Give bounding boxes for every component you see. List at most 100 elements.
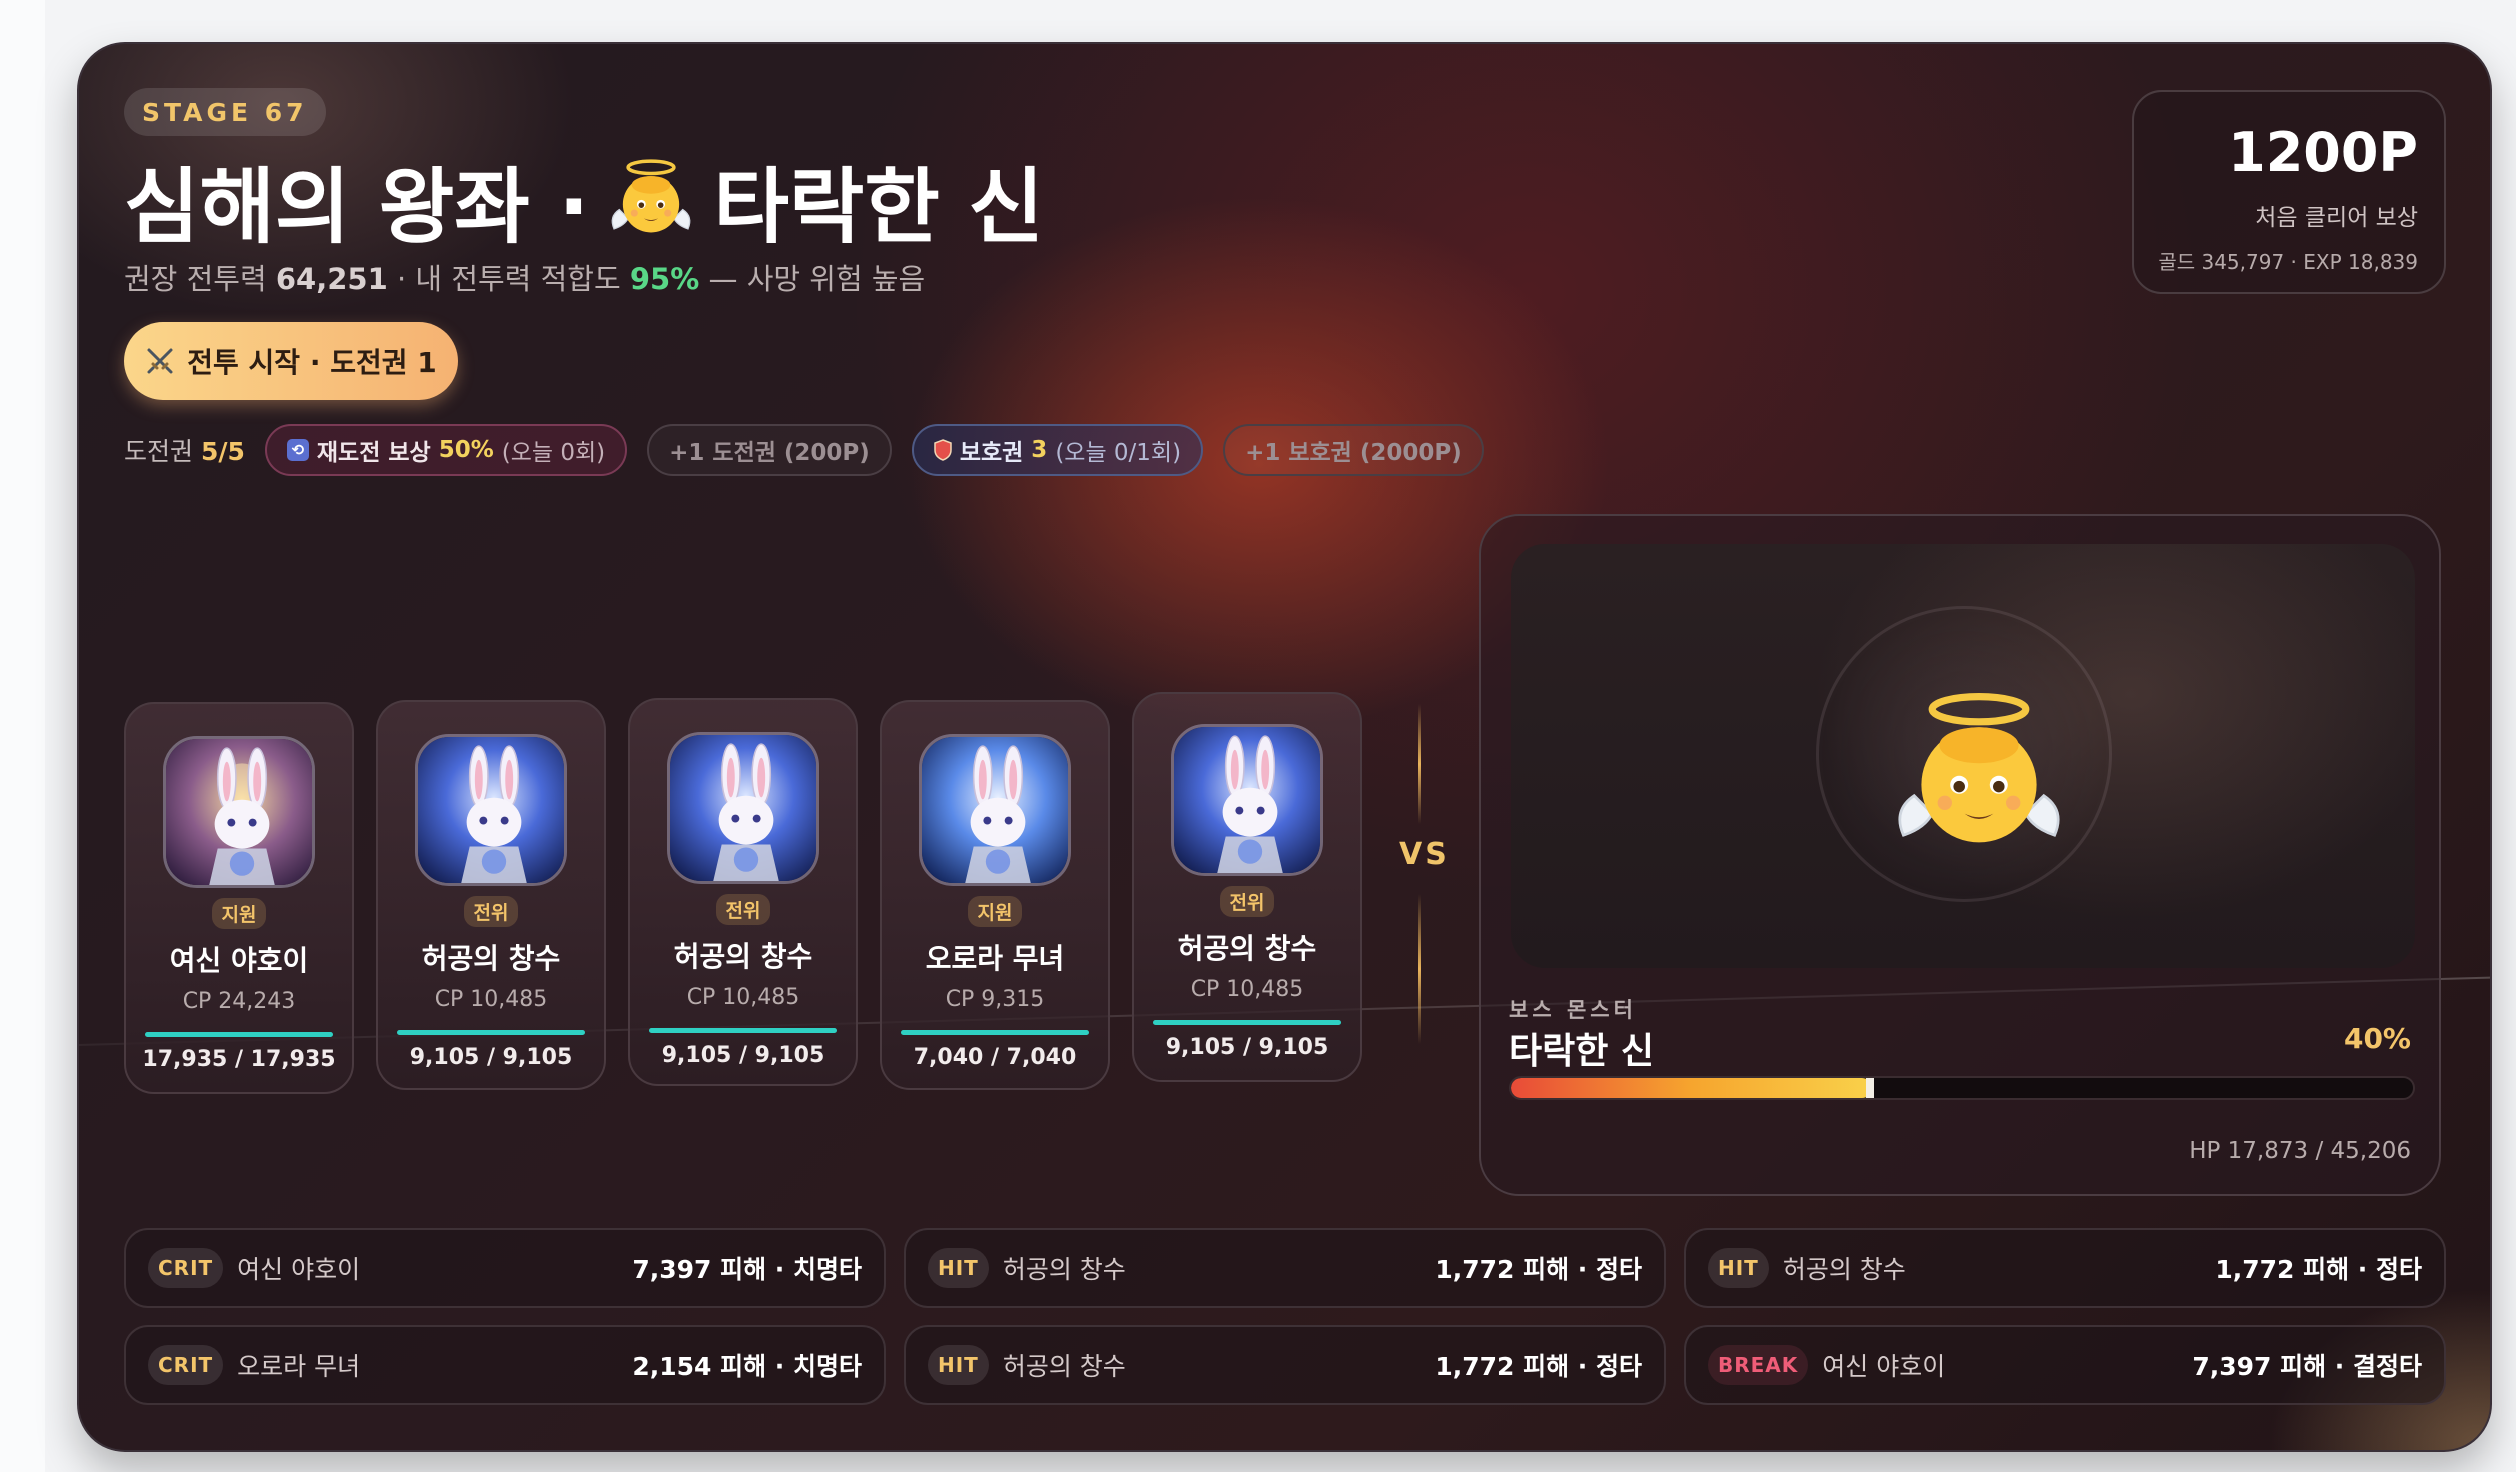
shield-value: 3 xyxy=(1031,437,1048,463)
hero-portrait xyxy=(1171,724,1323,876)
hero-cp: CP 9,315 xyxy=(945,987,1045,1012)
fitness-label: · 내 전투력 적합도 xyxy=(396,262,621,296)
ticket-count: 도전권 5/5 xyxy=(124,432,245,468)
buy-ticket-label: +1 도전권 (200P) xyxy=(669,440,870,466)
hero-portrait xyxy=(163,736,315,888)
angel-baby-icon xyxy=(607,155,695,243)
hero-hp-bar xyxy=(145,1032,333,1037)
hero-hp: 9,105 / 9,105 xyxy=(1165,1035,1329,1060)
retry-label: 재도전 보상 xyxy=(316,440,431,466)
title-boss: 타락한 신 xyxy=(713,159,1044,255)
ticket-count-value: 5/5 xyxy=(200,437,245,466)
retry-note: (오늘 0회) xyxy=(501,440,606,466)
reward-points: 1200P xyxy=(2228,121,2418,184)
hero-card-2[interactable]: 전위 허공의 창수 CP 10,485 9,105 / 9,105 xyxy=(376,700,606,1090)
fitness-value: 95% xyxy=(629,262,700,296)
boss-name: 타락한 신 xyxy=(1509,1031,1655,1072)
log-actor: 오로라 무녀 xyxy=(237,1352,361,1381)
vs-label: VS xyxy=(1399,837,1450,872)
buy-ticket-button[interactable]: +1 도전권 (200P) xyxy=(647,424,892,476)
log-tag: HIT xyxy=(928,1345,989,1385)
hero-hp-bar xyxy=(901,1030,1089,1035)
recommended-label: 권장 전투력 xyxy=(124,262,267,296)
boss-panel: 보스 몬스터 타락한 신 40% HP 17,873 / 45,206 xyxy=(1479,514,2441,1196)
hero-card-4[interactable]: 지원 오로라 무녀 CP 9,315 7,040 / 7,040 xyxy=(880,700,1110,1090)
tickets-row: 도전권 5/5 ⟲ 재도전 보상 50% (오늘 0회) +1 도전권 (200… xyxy=(124,424,1484,476)
log-tag: CRIT xyxy=(148,1248,224,1288)
hero-role: 전위 xyxy=(1219,886,1275,917)
log-actor: 허공의 창수 xyxy=(1782,1255,1906,1284)
log-value: 1,772 피해 · 정타 xyxy=(1435,1255,1642,1284)
shield-chip[interactable]: 보호권 3 (오늘 0/1회) xyxy=(911,424,1204,476)
hero-card-3[interactable]: 전위 허공의 창수 CP 10,485 9,105 / 9,105 xyxy=(628,698,858,1086)
log-actor: 여신 야호이 xyxy=(1822,1352,1946,1381)
combat-log-entry: HIT 허공의 창수 1,772 피해 · 정타 xyxy=(1684,1228,2446,1308)
log-value: 1,772 피해 · 정타 xyxy=(2215,1255,2422,1284)
hero-card-1[interactable]: 지원 여신 야호이 CP 24,243 17,935 / 17,935 xyxy=(124,702,354,1094)
log-actor: 여신 야호이 xyxy=(237,1255,361,1284)
hero-name: 허공의 창수 xyxy=(421,942,561,975)
title-location: 심해의 왕좌 · xyxy=(124,159,590,255)
hero-cp: CP 24,243 xyxy=(182,989,296,1014)
boss-hp-fill xyxy=(1511,1078,1872,1098)
log-actor: 허공의 창수 xyxy=(1002,1255,1126,1284)
shield-label: 보호권 xyxy=(959,440,1024,466)
hero-hp: 7,040 / 7,040 xyxy=(913,1045,1077,1070)
boss-hp-marker xyxy=(1865,1078,1874,1098)
hero-name: 오로라 무녀 xyxy=(925,942,1065,975)
buy-shield-label: +1 보호권 (2000P) xyxy=(1245,440,1462,466)
boss-hp-text: HP 17,873 / 45,206 xyxy=(2189,1138,2411,1164)
hero-hp: 9,105 / 9,105 xyxy=(661,1043,825,1068)
hero-hp-bar xyxy=(649,1028,837,1033)
shield-note: (오늘 0/1회) xyxy=(1055,440,1182,466)
hero-cp: CP 10,485 xyxy=(434,987,548,1012)
hero-hp-bar xyxy=(397,1030,585,1035)
combat-log-entry: CRIT 여신 야호이 7,397 피해 · 치명타 xyxy=(124,1228,886,1308)
hero-role: 전위 xyxy=(463,896,519,927)
stage-badge: STAGE 67 xyxy=(124,88,326,136)
retry-reward-chip[interactable]: ⟲ 재도전 보상 50% (오늘 0회) xyxy=(264,424,628,476)
boss-hp-percent: 40% xyxy=(2343,1022,2411,1055)
page-title: 심해의 왕좌 · 타락한 신 xyxy=(124,144,1044,255)
hero-portrait xyxy=(415,734,567,886)
boss-stage[interactable] xyxy=(1511,544,2415,968)
hero-role: 전위 xyxy=(715,894,771,925)
hero-portrait xyxy=(919,734,1071,886)
power-summary: 권장 전투력 64,251 · 내 전투력 적합도 95% — 사망 위험 높음 xyxy=(124,256,925,298)
hero-name: 여신 야호이 xyxy=(169,944,309,977)
log-tag: HIT xyxy=(1708,1248,1769,1288)
combat-log-entry: BREAK 여신 야호이 7,397 피해 · 결정타 xyxy=(1684,1325,2446,1405)
start-battle-label: 전투 시작 · 도전권 1 xyxy=(187,346,437,379)
angel-baby-icon xyxy=(1889,684,2069,864)
log-tag: CRIT xyxy=(148,1345,224,1385)
retry-icon: ⟲ xyxy=(286,439,309,461)
boss-hp-bar xyxy=(1509,1076,2415,1100)
shield-icon xyxy=(934,439,952,461)
hero-portrait xyxy=(667,732,819,884)
hero-hp-bar xyxy=(1153,1020,1341,1025)
hero-hp: 9,105 / 9,105 xyxy=(409,1045,573,1070)
recommended-cp: 64,251 xyxy=(275,262,388,296)
reward-detail: 골드 345,797 · EXP 18,839 xyxy=(2158,250,2418,274)
first-clear-reward: 1200P 처음 클리어 보상 골드 345,797 · EXP 18,839 xyxy=(2132,90,2446,294)
log-value: 1,772 피해 · 정타 xyxy=(1435,1352,1642,1381)
vs-divider-bottom xyxy=(1418,894,1421,1044)
risk-warning: — 사망 위험 높음 xyxy=(708,262,926,296)
boss-label: 보스 몬스터 xyxy=(1509,998,1637,1022)
combat-log-entry: HIT 허공의 창수 1,772 피해 · 정타 xyxy=(904,1228,1666,1308)
start-battle-button[interactable]: 전투 시작 · 도전권 1 xyxy=(124,322,458,400)
page-margin xyxy=(0,0,45,1472)
buy-shield-button[interactable]: +1 보호권 (2000P) xyxy=(1223,424,1484,476)
log-value: 7,397 피해 · 치명타 xyxy=(632,1255,862,1284)
hero-name: 허공의 창수 xyxy=(673,940,813,973)
hero-role: 지원 xyxy=(211,898,267,929)
hero-card-5[interactable]: 전위 허공의 창수 CP 10,485 9,105 / 9,105 xyxy=(1132,692,1362,1082)
reward-label: 처음 클리어 보상 xyxy=(2255,205,2418,231)
log-tag: BREAK xyxy=(1708,1345,1809,1385)
stage-panel: STAGE 67 심해의 왕좌 · 타락한 신 권장 전투력 64,251 · … xyxy=(77,42,2492,1452)
log-value: 7,397 피해 · 결정타 xyxy=(2192,1352,2422,1381)
retry-value: 50% xyxy=(438,437,494,463)
log-tag: HIT xyxy=(928,1248,989,1288)
hero-name: 허공의 창수 xyxy=(1177,932,1317,965)
log-value: 2,154 피해 · 치명타 xyxy=(632,1352,862,1381)
